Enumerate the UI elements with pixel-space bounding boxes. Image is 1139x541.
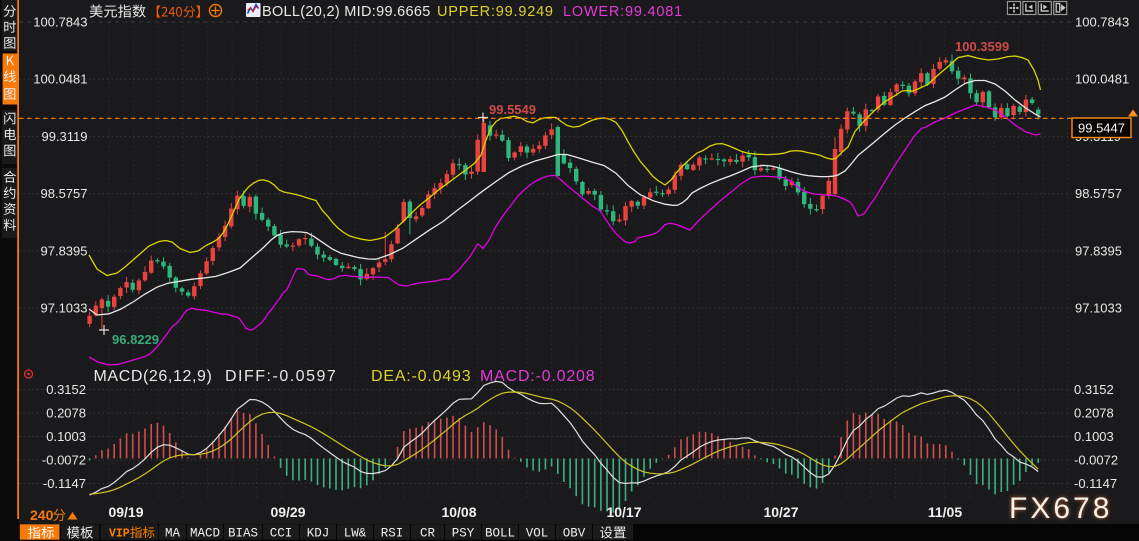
svg-text:98.5757: 98.5757 [1075,186,1122,201]
svg-text:97.8395: 97.8395 [41,243,88,258]
svg-text:100.3599: 100.3599 [955,39,1009,54]
svg-text:0.2078: 0.2078 [46,406,86,421]
svg-text:RSI: RSI [381,527,404,541]
svg-text:CCI: CCI [270,527,293,541]
svg-text:99.5447: 99.5447 [1078,121,1125,136]
svg-text:100.0481: 100.0481 [1075,72,1129,87]
svg-text:10/17: 10/17 [606,504,641,520]
svg-text:DEA:-0.0493: DEA:-0.0493 [371,368,471,385]
svg-text:DIFF:-0.0597: DIFF:-0.0597 [225,368,337,385]
svg-text:MACD:-0.0208: MACD:-0.0208 [480,368,595,385]
svg-text:MACD: MACD [190,527,220,541]
svg-text:09/19: 09/19 [108,504,143,520]
svg-text:96.8229: 96.8229 [112,332,159,347]
svg-text:99.3119: 99.3119 [41,129,87,144]
svg-text:98.5757: 98.5757 [41,186,88,201]
svg-text:MACD(26,12,9): MACD(26,12,9) [94,368,213,385]
svg-text:99.5549: 99.5549 [489,102,536,117]
svg-text:0.3152: 0.3152 [46,382,86,397]
svg-text:0.3152: 0.3152 [1074,382,1114,397]
svg-text:100.7843: 100.7843 [1075,15,1129,30]
svg-text:BOLL(20,2) MID:99.6665: BOLL(20,2) MID:99.6665 [262,4,431,20]
svg-text:10/27: 10/27 [763,504,798,520]
svg-text:240: 240 [30,507,54,523]
svg-text:LOWER:99.4081: LOWER:99.4081 [563,4,683,20]
svg-text:09/29: 09/29 [270,504,305,520]
svg-text:KDJ: KDJ [307,527,330,541]
svg-text:OBV: OBV [563,527,586,541]
svg-text:VOL: VOL [526,527,549,541]
svg-text:100.0481: 100.0481 [33,72,87,87]
svg-text:UPPER:99.9249: UPPER:99.9249 [437,4,554,20]
svg-text:97.1033: 97.1033 [1075,301,1122,316]
svg-text:0.1003: 0.1003 [1074,429,1114,444]
svg-text:FX678: FX678 [1009,492,1112,525]
svg-text:BOLL: BOLL [485,527,515,541]
svg-text:CR: CR [420,527,436,541]
svg-text:11/05: 11/05 [928,504,962,520]
svg-text:100.7843: 100.7843 [33,15,87,30]
svg-text:MA: MA [165,527,181,541]
svg-text:0.1003: 0.1003 [46,429,86,444]
svg-text:97.1033: 97.1033 [41,301,88,316]
svg-text:-0.0072: -0.0072 [42,453,86,468]
svg-text:LW&: LW& [344,527,367,541]
svg-text:-0.1147: -0.1147 [1074,476,1117,491]
svg-text:PSY: PSY [452,527,475,541]
svg-text:97.8395: 97.8395 [1075,243,1122,258]
svg-text:BIAS: BIAS [228,527,258,541]
svg-text:VIP: VIP [109,528,130,541]
svg-text:0.2078: 0.2078 [1074,406,1114,421]
svg-text:-0.0072: -0.0072 [1074,453,1118,468]
svg-text:10/08: 10/08 [441,504,476,520]
svg-text:-0.1147: -0.1147 [43,476,86,491]
